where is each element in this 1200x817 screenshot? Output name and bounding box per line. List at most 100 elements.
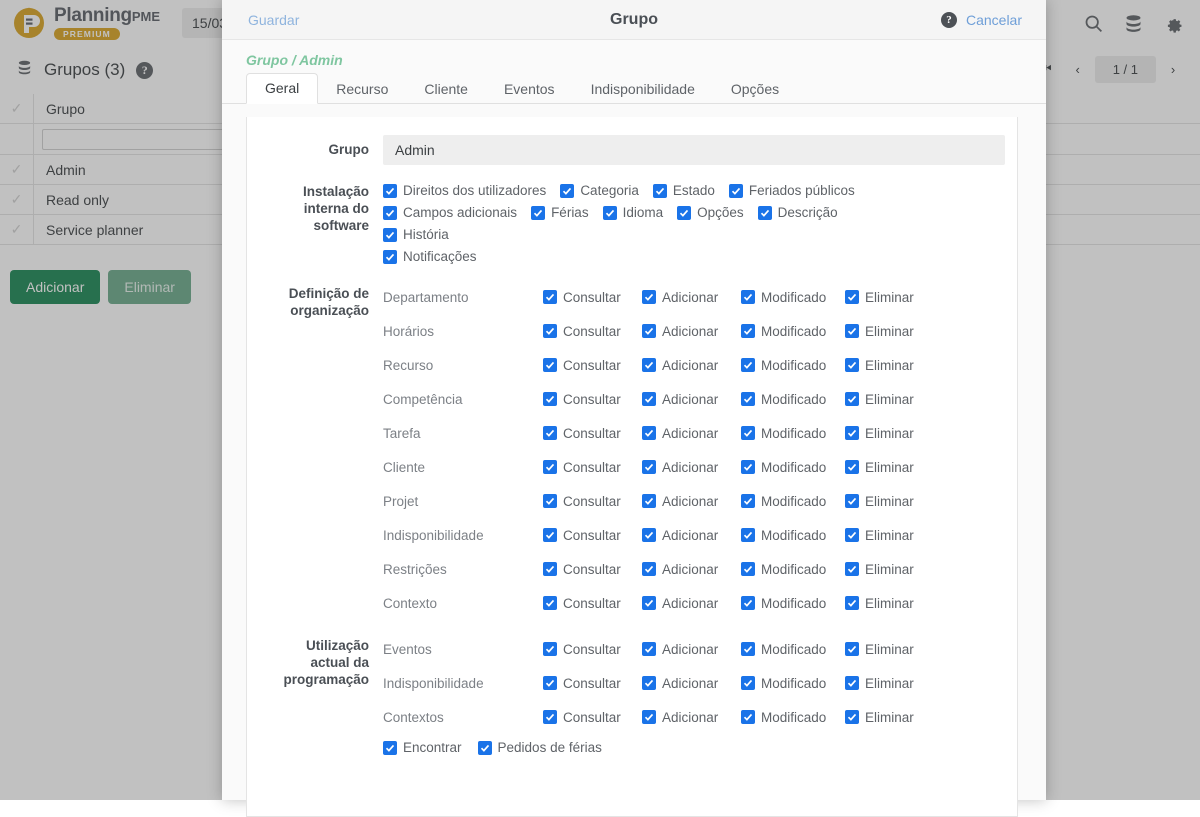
checkbox-checked-icon	[741, 596, 755, 610]
permission-checkboxes: Consultar Adicionar Modificado Eliminar	[543, 290, 914, 305]
tab-eventos[interactable]: Eventos	[486, 75, 573, 104]
checkbox-eliminar[interactable]: Eliminar	[845, 290, 914, 305]
checkbox-adicionar[interactable]: Adicionar	[642, 494, 741, 509]
help-icon[interactable]: ?	[941, 12, 957, 28]
checkbox-label: Férias	[551, 205, 589, 220]
checkbox-adicionar[interactable]: Adicionar	[642, 426, 741, 441]
checkbox-consultar[interactable]: Consultar	[543, 676, 642, 691]
checkbox-label: Modificado	[761, 426, 826, 441]
checkbox-checked-icon	[543, 426, 557, 440]
checkbox-adicionar[interactable]: Adicionar	[642, 596, 741, 611]
checkbox-modificado[interactable]: Modificado	[741, 710, 845, 725]
checkbox-modificado[interactable]: Modificado	[741, 392, 845, 407]
checkbox-notificacoes[interactable]: Notificações	[383, 249, 893, 264]
checkbox-label: Adicionar	[662, 562, 718, 577]
checkbox-modificado[interactable]: Modificado	[741, 596, 845, 611]
checkbox-consultar[interactable]: Consultar	[543, 562, 642, 577]
checkbox-eliminar[interactable]: Eliminar	[845, 710, 914, 725]
checkbox-adicionar[interactable]: Adicionar	[642, 676, 741, 691]
checkbox-modificado[interactable]: Modificado	[741, 324, 845, 339]
checkbox-label: Adicionar	[662, 494, 718, 509]
checkbox-adicionar[interactable]: Adicionar	[642, 710, 741, 725]
tab-opcoes[interactable]: Opções	[713, 75, 797, 104]
checkbox-feriados-publicos[interactable]: Feriados públicos	[729, 183, 855, 198]
checkbox-modificado[interactable]: Modificado	[741, 642, 845, 657]
checkbox-label: Opções	[697, 205, 744, 220]
checkbox-eliminar[interactable]: Eliminar	[845, 460, 914, 475]
checkbox-label: Consultar	[563, 642, 621, 657]
checkbox-label: Eliminar	[865, 562, 914, 577]
checkbox-consultar[interactable]: Consultar	[543, 528, 642, 543]
checkbox-direitos-dos-utilizadores[interactable]: Direitos dos utilizadores	[383, 183, 546, 198]
tab-recurso[interactable]: Recurso	[318, 75, 406, 104]
checkbox-modificado[interactable]: Modificado	[741, 426, 845, 441]
checkbox-consultar[interactable]: Consultar	[543, 392, 642, 407]
cancel-button[interactable]: Cancelar	[966, 12, 1022, 28]
checkbox-modificado[interactable]: Modificado	[741, 358, 845, 373]
label-line: interna do	[247, 200, 369, 217]
checkbox-modificado[interactable]: Modificado	[741, 528, 845, 543]
save-button[interactable]: Guardar	[248, 12, 299, 28]
checkbox-encontrar[interactable]: Encontrar	[383, 740, 462, 755]
checkbox-modificado[interactable]: Modificado	[741, 494, 845, 509]
checkbox-modificado[interactable]: Modificado	[741, 562, 845, 577]
checkbox-modificado[interactable]: Modificado	[741, 290, 845, 305]
checkbox-pedidos-de-ferias[interactable]: Pedidos de férias	[478, 740, 602, 755]
checkbox-modificado[interactable]: Modificado	[741, 460, 845, 475]
checkbox-eliminar[interactable]: Eliminar	[845, 528, 914, 543]
checkbox-consultar[interactable]: Consultar	[543, 426, 642, 441]
checkbox-eliminar[interactable]: Eliminar	[845, 426, 914, 441]
checkbox-label: Notificações	[403, 249, 477, 264]
checkbox-consultar[interactable]: Consultar	[543, 324, 642, 339]
checkbox-consultar[interactable]: Consultar	[543, 710, 642, 725]
group-name-input[interactable]: Admin	[383, 135, 1005, 165]
checkbox-consultar[interactable]: Consultar	[543, 358, 642, 373]
tab-indisponibilidade[interactable]: Indisponibilidade	[573, 75, 713, 104]
checkbox-label: Consultar	[563, 710, 621, 725]
checkbox-ferias[interactable]: Férias	[531, 205, 589, 220]
checkbox-adicionar[interactable]: Adicionar	[642, 392, 741, 407]
checkbox-label: Modificado	[761, 290, 826, 305]
checkbox-eliminar[interactable]: Eliminar	[845, 596, 914, 611]
tab-geral[interactable]: Geral	[246, 73, 318, 104]
checkbox-eliminar[interactable]: Eliminar	[845, 494, 914, 509]
checkbox-label: Modificado	[761, 710, 826, 725]
checkbox-checked-icon	[383, 206, 397, 220]
checkbox-eliminar[interactable]: Eliminar	[845, 392, 914, 407]
checkbox-adicionar[interactable]: Adicionar	[642, 324, 741, 339]
checkbox-label: Modificado	[761, 596, 826, 611]
checkbox-label: Adicionar	[662, 426, 718, 441]
checkbox-label: Modificado	[761, 494, 826, 509]
checkbox-categoria[interactable]: Categoria	[560, 183, 639, 198]
checkbox-consultar[interactable]: Consultar	[543, 494, 642, 509]
checkbox-descricao[interactable]: Descrição	[758, 205, 838, 220]
checkbox-consultar[interactable]: Consultar	[543, 596, 642, 611]
checkbox-eliminar[interactable]: Eliminar	[845, 324, 914, 339]
checkbox-idioma[interactable]: Idioma	[603, 205, 664, 220]
tab-cliente[interactable]: Cliente	[406, 75, 486, 104]
checkbox-eliminar[interactable]: Eliminar	[845, 358, 914, 373]
checkbox-adicionar[interactable]: Adicionar	[642, 460, 741, 475]
checkbox-adicionar[interactable]: Adicionar	[642, 642, 741, 657]
checkbox-adicionar[interactable]: Adicionar	[642, 562, 741, 577]
checkbox-eliminar[interactable]: Eliminar	[845, 562, 914, 577]
checkbox-consultar[interactable]: Consultar	[543, 290, 642, 305]
checkbox-adicionar[interactable]: Adicionar	[642, 528, 741, 543]
checkbox-label: Adicionar	[662, 676, 718, 691]
checkbox-eliminar[interactable]: Eliminar	[845, 676, 914, 691]
checkbox-adicionar[interactable]: Adicionar	[642, 358, 741, 373]
checkbox-eliminar[interactable]: Eliminar	[845, 642, 914, 657]
checkbox-estado[interactable]: Estado	[653, 183, 715, 198]
checkbox-consultar[interactable]: Consultar	[543, 460, 642, 475]
checkbox-opcoes[interactable]: Opções	[677, 205, 744, 220]
checkbox-consultar[interactable]: Consultar	[543, 642, 642, 657]
permission-row-label: Contextos	[383, 710, 543, 725]
checkbox-campos-adicionais[interactable]: Campos adicionais	[383, 205, 517, 220]
checkbox-modificado[interactable]: Modificado	[741, 676, 845, 691]
permission-row-label: Competência	[383, 392, 543, 407]
checkbox-checked-icon	[642, 426, 656, 440]
checkbox-historia[interactable]: História	[383, 227, 449, 242]
checkbox-checked-icon	[543, 676, 557, 690]
checkbox-label: Adicionar	[662, 358, 718, 373]
checkbox-adicionar[interactable]: Adicionar	[642, 290, 741, 305]
